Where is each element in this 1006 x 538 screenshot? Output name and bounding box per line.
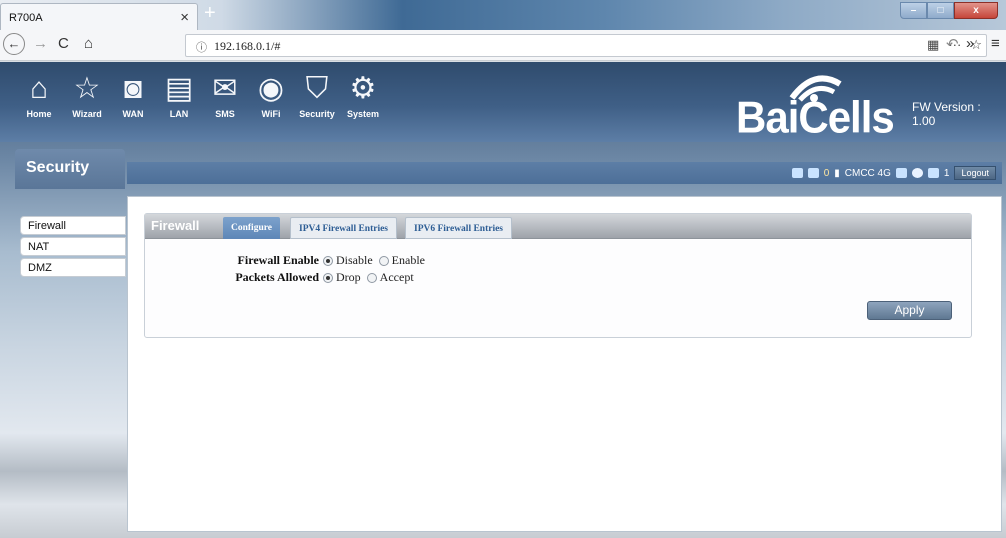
wifi-icon: ◉ — [257, 72, 285, 105]
menu-home-label: Home — [26, 109, 52, 119]
reload-icon[interactable]: C — [58, 35, 69, 52]
firewall-enable-label: Firewall Enable — [237, 253, 319, 267]
lan-icon: ▤ — [164, 72, 194, 105]
browser-tab[interactable]: R700A × — [0, 3, 198, 30]
menu-system-label: System — [346, 109, 380, 119]
router-page: ⌂ Home ☆ Wizard ◙ WAN ▤ LAN ✉ SMS ◉ WiFi — [0, 62, 1006, 538]
sim-icon — [791, 168, 803, 178]
firewall-panel: Firewall Configure IPV4 Firewall Entries… — [144, 213, 972, 338]
packets-allowed-options: Drop Accept — [323, 270, 414, 285]
packets-drop-radio[interactable] — [323, 272, 333, 283]
undo-icon[interactable]: ↶ — [946, 35, 959, 53]
router-header: ⌂ Home ☆ Wizard ◙ WAN ▤ LAN ✉ SMS ◉ WiFi — [0, 62, 1006, 142]
firewall-panel-header: Firewall Configure IPV4 Firewall Entries… — [145, 214, 971, 239]
firewall-disable-label: Disable — [336, 253, 373, 267]
packets-allowed-row: Packets Allowed Drop Accept — [145, 270, 971, 286]
security-icon: ⛉ — [305, 72, 329, 105]
firewall-title: Firewall — [151, 218, 200, 233]
packets-allowed-label: Packets Allowed — [235, 270, 319, 284]
firewall-enable-disable-option[interactable]: Disable — [323, 253, 373, 268]
new-tab-button[interactable]: + — [204, 2, 216, 25]
menu-wifi-label: WiFi — [261, 109, 281, 119]
logout-button[interactable]: Logout — [954, 166, 996, 180]
apply-button[interactable]: Apply — [867, 301, 952, 320]
menu-system[interactable]: ⚙ System — [342, 68, 384, 119]
menu-wizard-label: Wizard — [72, 109, 102, 119]
close-window-button[interactable]: x — [954, 2, 998, 19]
menu-wan-label: WAN — [122, 109, 144, 119]
clients-count: 1 — [943, 167, 950, 179]
menu-security[interactable]: ⛉ Security — [296, 68, 338, 119]
baicells-logo: BaiCells — [736, 68, 895, 142]
menu-sms-label: SMS — [215, 109, 235, 119]
packets-accept-label: Accept — [379, 270, 414, 284]
qr-code-icon[interactable]: ▦ — [927, 37, 939, 53]
packets-drop-label: Drop — [336, 270, 361, 284]
top-menu: ⌂ Home ☆ Wizard ◙ WAN ▤ LAN ✉ SMS ◉ WiFi — [18, 68, 384, 119]
menu-lan-label: LAN — [169, 109, 189, 119]
firewall-disable-radio[interactable] — [323, 255, 333, 266]
menu-wifi[interactable]: ◉ WiFi — [250, 68, 292, 119]
menu-wizard[interactable]: ☆ Wizard — [66, 68, 108, 119]
system-icon: ⚙ — [349, 72, 377, 105]
operator-text: CMCC 4G — [844, 167, 891, 179]
sms-icon: ✉ — [212, 72, 238, 105]
menu-security-label: Security — [299, 109, 335, 119]
firewall-enable-options: Disable Enable — [323, 253, 425, 268]
tab-title: R700A — [9, 12, 43, 24]
home-browser-icon[interactable]: ⌂ — [84, 35, 93, 52]
window-controls: – □ x — [900, 2, 998, 19]
back-icon[interactable]: ← — [3, 33, 25, 55]
firewall-enable-option-label: Enable — [391, 253, 425, 267]
logo-text: BaiCells — [736, 92, 895, 143]
signal-icon: ▮ — [834, 167, 840, 179]
status-bar: 0 ▮ CMCC 4G 1 Logout — [127, 162, 1002, 184]
firewall-enable-row: Firewall Enable Disable Enable — [145, 253, 971, 269]
forward-icon[interactable]: → — [33, 35, 48, 52]
wifi-clients-icon — [927, 168, 939, 178]
menu-home[interactable]: ⌂ Home — [18, 68, 60, 119]
packets-accept-radio[interactable] — [366, 272, 377, 283]
minimize-button[interactable]: – — [900, 2, 927, 19]
network-icon — [895, 168, 907, 178]
sidebar: Firewall NAT DMZ — [20, 216, 126, 279]
home-icon: ⌂ — [29, 72, 49, 105]
wan-icon: ◙ — [123, 72, 143, 105]
sms-count: 0 — [823, 167, 830, 179]
url-bar[interactable]: ⓘ 192.168.0.1/# ▦ ··· ☆ — [185, 34, 987, 57]
url-text[interactable]: 192.168.0.1/# — [214, 39, 280, 54]
sidebar-item-dmz[interactable]: DMZ — [20, 258, 126, 277]
browser-tab-bar: R700A × + – □ x — [0, 0, 1006, 30]
sidebar-item-nat[interactable]: NAT — [20, 237, 126, 256]
menu-icon[interactable]: ≡ — [991, 35, 1000, 52]
tab-configure[interactable]: Configure — [223, 217, 280, 239]
wizard-icon: ☆ — [73, 72, 101, 105]
fw-version: FW Version : 1.00 — [912, 100, 981, 128]
maximize-button[interactable]: □ — [927, 2, 954, 19]
content-area: Firewall Configure IPV4 Firewall Entries… — [127, 196, 1002, 532]
firewall-enable-radio[interactable] — [378, 255, 389, 266]
packets-drop-option[interactable]: Drop — [323, 270, 361, 285]
tab-ipv4-firewall-entries[interactable]: IPV4 Firewall Entries — [290, 217, 398, 239]
menu-sms[interactable]: ✉ SMS — [204, 68, 246, 119]
overflow-icon[interactable]: » — [966, 35, 974, 52]
section-title: Security — [15, 149, 125, 189]
sms-status-icon — [807, 168, 819, 178]
status-icons: 0 ▮ CMCC 4G 1 Logout — [791, 166, 996, 180]
info-icon[interactable]: ⓘ — [196, 39, 207, 55]
menu-wan[interactable]: ◙ WAN — [112, 68, 154, 119]
tab-close-icon[interactable]: × — [180, 9, 189, 26]
packets-accept-option[interactable]: Accept — [366, 270, 414, 285]
firewall-enable-enable-option[interactable]: Enable — [378, 253, 425, 268]
sidebar-item-firewall[interactable]: Firewall — [20, 216, 126, 235]
globe-icon — [911, 168, 923, 178]
tab-ipv6-firewall-entries[interactable]: IPV6 Firewall Entries — [405, 217, 513, 239]
menu-lan[interactable]: ▤ LAN — [158, 68, 200, 119]
browser-navbar: ← → C ⌂ ⓘ 192.168.0.1/# ▦ ··· ☆ ↶ » ≡ — [0, 30, 1006, 61]
